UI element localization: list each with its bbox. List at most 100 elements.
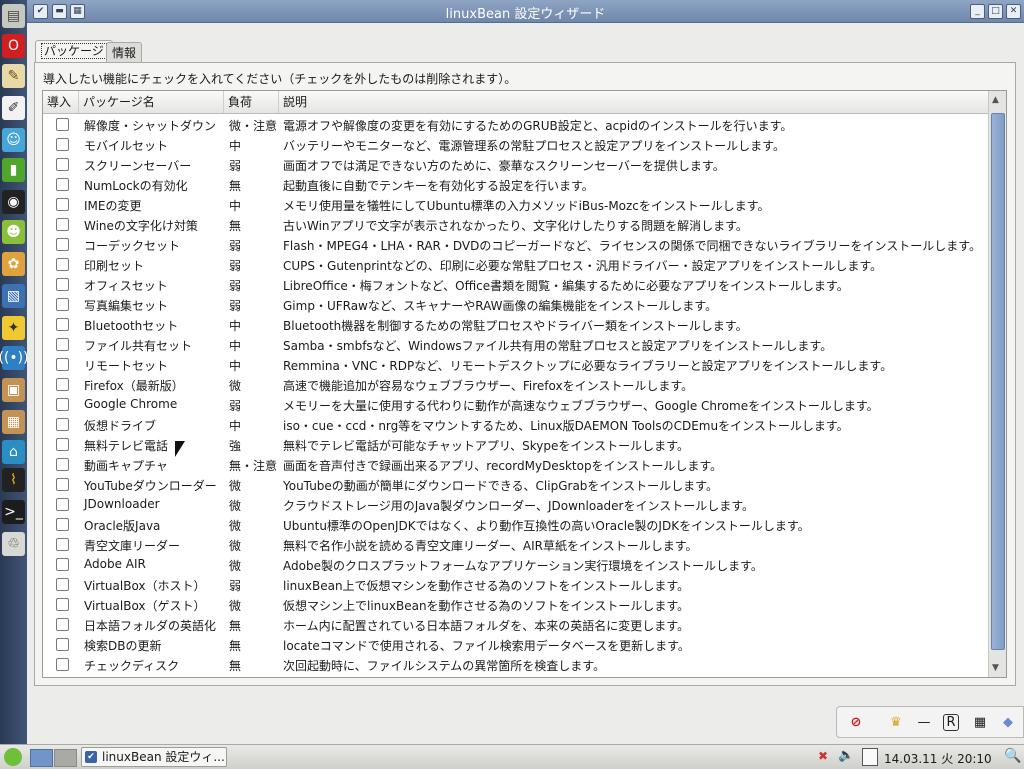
package-icon[interactable]: ▣ <box>2 378 25 402</box>
table-row[interactable]: 無料テレビ電話 強 無料でテレビ電話が可能なチャットアプリ、Skypeをインストール… <box>43 434 990 454</box>
cleaner-icon[interactable]: ✦ <box>2 316 25 340</box>
table-row[interactable]: JDownloader 微 クラウドストレージ用のJava製ダウンローダー、JDow… <box>43 494 990 514</box>
workspace-1[interactable] <box>30 749 53 767</box>
window-titlebar[interactable]: ✔ ▬ ▦ linuxBean 設定ウィザード _ □ ✕ <box>27 0 1024 23</box>
install-checkbox[interactable] <box>56 598 69 611</box>
table-row[interactable]: Google Chrome 弱 メモリーを大量に使用する代わりに動作が高速なウェブブ… <box>43 394 990 414</box>
ime-halfwidth-icon[interactable]: — <box>915 714 933 732</box>
table-row[interactable]: チェックディスク 無 次回起動時に、ファイルシステムの異常箇所を検査します。 <box>43 654 990 674</box>
table-row[interactable]: 仮想ドライブ 中 iso・cue・ccd・nrg等をマウントするため、Linux版D… <box>43 414 990 434</box>
table-row[interactable]: 解像度・シャットダウン 微・注意 電源オフや解像度の変更を有効にするためのGRUB設… <box>43 114 990 134</box>
install-checkbox[interactable] <box>56 358 69 371</box>
install-checkbox[interactable] <box>56 278 69 291</box>
vertical-scrollbar[interactable]: ▲ ▼ <box>988 91 1006 677</box>
text-editor-icon[interactable]: ✐ <box>2 96 25 120</box>
install-checkbox[interactable] <box>56 618 69 631</box>
table-row[interactable]: 日本語フォルダの英語化無 ホーム内に配置されている日本語フォルダを、本来の英語名に… <box>43 614 990 634</box>
table-row[interactable]: 印刷セット 弱 CUPS・Gutenprintなどの、印刷に必要な常駐プロセス・汎用… <box>43 254 990 274</box>
install-checkbox[interactable] <box>56 418 69 431</box>
search-icon[interactable]: 🔍 <box>1004 748 1021 764</box>
maximize-icon[interactable]: □ <box>988 4 1003 19</box>
table-row[interactable]: 写真編集セット 弱 Gimp・UFRawなど、スキャナーやRAW画像の編集機能をイン… <box>43 294 990 314</box>
table-row[interactable]: VirtualBox（ホスト） 弱 linuxBean上で仮想マシンを動作させる為の… <box>43 574 990 594</box>
table-row[interactable]: オフィスセット 弱 LibreOffice・梅フォントなど、Office書類を閲覧・… <box>43 274 990 294</box>
table-row[interactable]: 検索DBの更新 無 locateコマンドで使用される、ファイル検索用データベースを更… <box>43 634 990 654</box>
terminal-icon[interactable]: >_ <box>2 500 25 524</box>
menu-bean-icon[interactable] <box>4 748 22 766</box>
files-icon[interactable]: ▤ <box>2 4 25 28</box>
column-header-package[interactable]: パッケージ名 <box>79 91 224 113</box>
taskbar-window-button[interactable]: ✔ linuxBean 設定ウィ... <box>81 747 227 767</box>
table-row[interactable]: YouTubeダウンローダー微 YouTubeの動画が簡単にダウンロードできる、C… <box>43 474 990 494</box>
clock[interactable]: 14.03.11 火 20:10 <box>884 750 992 767</box>
table-row[interactable]: Bluetoothセット 中 Bluetooth機器を制御するための常駐プロセスやド… <box>43 314 990 334</box>
install-checkbox[interactable] <box>56 138 69 151</box>
install-checkbox[interactable] <box>56 258 69 271</box>
notepad-icon[interactable]: ✎ <box>2 64 25 88</box>
paint-icon[interactable]: ✿ <box>2 252 25 276</box>
clipboard-icon[interactable] <box>862 748 878 766</box>
install-checkbox[interactable] <box>56 338 69 351</box>
install-checkbox[interactable] <box>56 538 69 551</box>
disc-icon[interactable]: ◉ <box>2 190 25 214</box>
column-header-install[interactable]: 導入 <box>43 91 79 113</box>
table-row[interactable]: VirtualBox（ゲスト） 微 仮想マシン上でlinuxBeanを動作させる為の… <box>43 594 990 614</box>
store-icon[interactable]: ⌂ <box>2 440 25 464</box>
trash-icon[interactable]: ♲ <box>2 532 25 556</box>
table-row[interactable]: Firefox（最新版） 微 高速で機能追加が容易なウェブブラウザー、Firefox… <box>43 374 990 394</box>
mascot-icon[interactable]: ☻ <box>2 220 25 244</box>
table-row[interactable]: Adobe AIR 微 Adobe製のクロスプラットフォームなアプリケーション実行環… <box>43 554 990 574</box>
ime-crown-icon[interactable]: ♛ <box>887 714 905 732</box>
table-row[interactable]: NumLockの有効化 無 起動直後に自動でテンキーを有効化する設定を行います。 <box>43 174 990 194</box>
workspace-2[interactable] <box>54 749 77 767</box>
install-checkbox[interactable] <box>56 238 69 251</box>
install-checkbox[interactable] <box>56 638 69 651</box>
ime-roman-icon[interactable]: R <box>943 714 959 731</box>
table-row[interactable]: スクリーンセーバー 弱 画面オフでは満足できない方のために、豪華なスクリーンセーバー… <box>43 154 990 174</box>
install-checkbox[interactable] <box>56 558 69 571</box>
ime-dictionary-icon[interactable]: ▦ <box>971 714 989 732</box>
column-header-load[interactable]: 負荷 <box>224 91 279 113</box>
minimize-icon[interactable]: _ <box>970 4 985 19</box>
install-checkbox[interactable] <box>56 658 69 671</box>
install-checkbox[interactable] <box>56 398 69 411</box>
tab-info[interactable]: 情報 <box>106 42 143 63</box>
image-viewer-icon[interactable]: ▧ <box>2 284 25 308</box>
table-row[interactable]: 青空文庫リーダー 微 無料で名作小説を読める青空文庫リーダー、AIR草紙をインストー… <box>43 534 990 554</box>
package-list[interactable]: 導入 パッケージ名 負荷 説明 解像度・シャットダウン 微・注意 電源オフや解像度の… <box>42 90 1007 678</box>
table-row[interactable]: コーデックセット 弱 Flash・MPEG4・LHA・RAR・DVDのコピーガードな… <box>43 234 990 254</box>
install-checkbox[interactable] <box>56 478 69 491</box>
install-checkbox[interactable] <box>56 458 69 471</box>
install-checkbox[interactable] <box>56 518 69 531</box>
install-checkbox[interactable] <box>56 378 69 391</box>
ime-disabled-icon[interactable]: ⊘ <box>847 714 865 732</box>
tab-packages[interactable]: パッケージ <box>35 40 113 63</box>
network-tray-icon[interactable]: ✖ <box>818 749 828 763</box>
system-monitor-icon[interactable]: ⌇ <box>2 468 25 492</box>
opera-browser-icon[interactable]: O <box>2 34 25 58</box>
table-row[interactable]: リモートセット 中 Remmina・VNC・RDPなど、リモートデスクトップに必要な… <box>43 354 990 374</box>
volume-icon[interactable]: 🔈 <box>838 748 854 763</box>
install-checkbox[interactable] <box>56 118 69 131</box>
scroll-up-icon[interactable]: ▲ <box>992 95 999 105</box>
install-checkbox[interactable] <box>56 438 69 451</box>
close-icon[interactable]: ✕ <box>1006 4 1021 19</box>
green-app-icon[interactable]: ▮ <box>2 158 25 182</box>
install-checkbox[interactable] <box>56 218 69 231</box>
install-checkbox[interactable] <box>56 318 69 331</box>
install-checkbox[interactable] <box>56 178 69 191</box>
install-checkbox[interactable] <box>56 198 69 211</box>
install-checkbox[interactable] <box>56 158 69 171</box>
ime-eraser-icon[interactable]: ◆ <box>999 714 1017 732</box>
table-row[interactable]: モバイルセット 中 バッテリーやモニターなど、電源管理系の常駐プロセスと設定アプリを… <box>43 134 990 154</box>
scroll-down-icon[interactable]: ▼ <box>992 663 999 673</box>
table-row[interactable]: Wineの文字化け対策 無 古いWinアプリで文字が表示されなかったり、文字化けした… <box>43 214 990 234</box>
install-checkbox[interactable] <box>56 578 69 591</box>
chat-icon[interactable]: ☺ <box>2 128 25 152</box>
table-row[interactable]: IMEの変更 中 メモリ使用量を犠牲にしてUbuntu標準の入力メソッドiBus-M… <box>43 194 990 214</box>
install-checkbox[interactable] <box>56 298 69 311</box>
install-checkbox[interactable] <box>56 498 69 511</box>
column-header-description[interactable]: 説明 <box>279 91 990 113</box>
table-row[interactable]: ファイル共有セット 中 Samba・smbfsなど、Windowsファイル共有用の常… <box>43 334 990 354</box>
table-row[interactable]: 動画キャプチャ 無・注意 画面を音声付きで録画出来るアプリ、recordMyDesk… <box>43 454 990 474</box>
